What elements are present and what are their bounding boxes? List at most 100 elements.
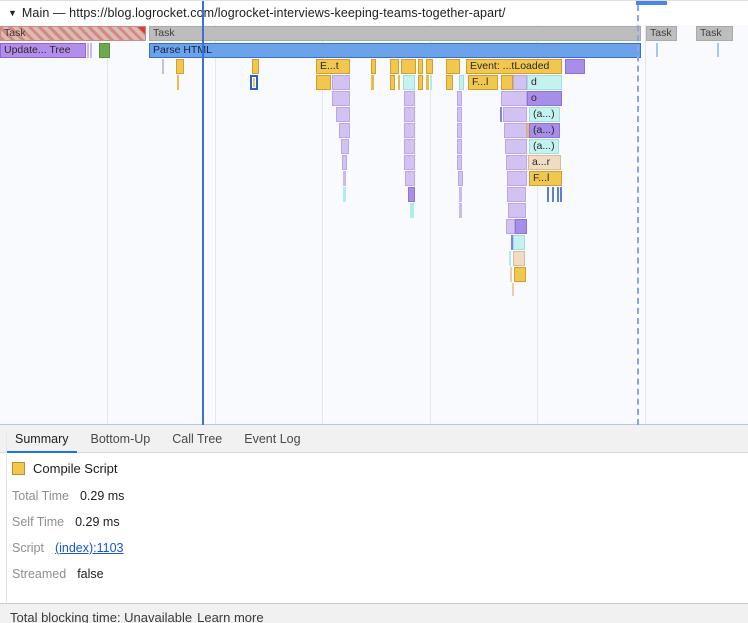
- flame-block[interactable]: [446, 59, 460, 74]
- flame-block[interactable]: [506, 155, 527, 170]
- flame-block[interactable]: [336, 107, 350, 122]
- flame-block-task[interactable]: Task: [149, 26, 641, 41]
- flame-block[interactable]: [404, 91, 415, 106]
- flame-block[interactable]: [342, 155, 347, 170]
- flame-block[interactable]: [177, 75, 179, 90]
- flame-block[interactable]: [408, 187, 415, 202]
- flame-block[interactable]: [457, 155, 462, 170]
- flame-block[interactable]: [506, 219, 515, 234]
- flame-block[interactable]: [656, 43, 658, 57]
- flame-block[interactable]: [418, 59, 423, 74]
- flame-block-parse-html[interactable]: Parse HTML: [149, 43, 641, 58]
- flame-block-a[interactable]: (a...): [529, 107, 560, 122]
- flame-block-task[interactable]: Task: [646, 26, 677, 41]
- flame-block-a[interactable]: (a...): [529, 139, 559, 154]
- flame-block[interactable]: [507, 187, 526, 202]
- flame-block[interactable]: [390, 59, 399, 74]
- flame-block[interactable]: [501, 75, 513, 90]
- flame-block[interactable]: [332, 75, 350, 90]
- flame-block[interactable]: [403, 75, 415, 90]
- flame-block[interactable]: [390, 75, 395, 90]
- flame-block[interactable]: [332, 91, 350, 106]
- flame-block[interactable]: [500, 107, 502, 122]
- script-location-link[interactable]: (index):1103: [55, 541, 124, 555]
- flame-block[interactable]: [547, 187, 549, 202]
- flame-block[interactable]: [459, 75, 464, 90]
- flame-block[interactable]: [513, 251, 525, 266]
- flame-block[interactable]: [401, 59, 416, 74]
- collapse-triangle-icon[interactable]: ▼: [8, 8, 17, 18]
- flame-block[interactable]: [565, 59, 585, 74]
- flame-block[interactable]: [717, 43, 719, 57]
- flame-block[interactable]: [457, 107, 462, 122]
- flame-block[interactable]: [513, 235, 525, 250]
- flame-block[interactable]: [404, 155, 415, 170]
- flame-block[interactable]: [503, 107, 527, 122]
- flame-block[interactable]: [426, 75, 429, 90]
- flame-block[interactable]: [343, 187, 346, 202]
- flame-block-event-tloaded[interactable]: Event: ...tLoaded: [466, 59, 562, 74]
- flame-block[interactable]: [512, 283, 514, 296]
- flame-block[interactable]: [459, 187, 462, 202]
- overview-selection-handle[interactable]: [636, 1, 667, 5]
- flame-block[interactable]: [410, 203, 414, 218]
- flame-block-e-t[interactable]: E...t: [316, 59, 350, 74]
- flame-block[interactable]: [458, 171, 463, 186]
- flame-block[interactable]: [404, 139, 415, 154]
- flame-block[interactable]: [252, 59, 259, 74]
- flame-block-a[interactable]: (a...): [529, 123, 560, 138]
- learn-more-link[interactable]: Learn more: [197, 610, 263, 623]
- tab-bottom-up[interactable]: Bottom-Up: [79, 425, 161, 452]
- flame-block[interactable]: [507, 171, 527, 186]
- flame-block[interactable]: [339, 123, 350, 138]
- flame-block-task[interactable]: Task: [696, 26, 733, 41]
- flame-block[interactable]: [457, 123, 462, 138]
- flame-block[interactable]: [505, 139, 527, 154]
- flame-block-d[interactable]: d: [527, 75, 562, 90]
- flame-block[interactable]: [457, 91, 462, 106]
- flame-block[interactable]: [404, 123, 415, 138]
- flame-chart[interactable]: Task Task Task Task Update... Tree Parse HTML…: [0, 25, 748, 425]
- flame-block[interactable]: [459, 203, 462, 218]
- flame-block[interactable]: [552, 187, 554, 202]
- flame-block-task[interactable]: Task: [0, 26, 146, 41]
- flame-block[interactable]: [99, 43, 110, 58]
- flame-block[interactable]: [404, 107, 415, 122]
- flame-block[interactable]: [557, 187, 559, 202]
- flame-block[interactable]: [560, 187, 562, 202]
- flame-block[interactable]: [87, 43, 89, 58]
- flame-block[interactable]: [504, 123, 527, 138]
- flame-block[interactable]: [426, 59, 433, 74]
- flame-block[interactable]: [162, 59, 164, 74]
- flame-block[interactable]: [341, 139, 349, 154]
- flame-block[interactable]: [371, 75, 374, 90]
- flame-block[interactable]: [405, 171, 415, 186]
- flame-block-update-tree[interactable]: Update... Tree: [0, 43, 86, 58]
- flame-block-a-r[interactable]: a...r: [528, 155, 561, 170]
- flame-block[interactable]: [509, 251, 511, 266]
- flame-block[interactable]: [515, 219, 527, 234]
- flame-block-o[interactable]: o: [527, 91, 562, 106]
- streamed-value: false: [77, 567, 104, 581]
- flame-block[interactable]: [446, 75, 453, 90]
- flame-block-f-l[interactable]: F...l: [468, 75, 498, 90]
- flame-block[interactable]: [371, 59, 376, 74]
- tab-event-log[interactable]: Event Log: [233, 425, 311, 452]
- flame-block[interactable]: [430, 75, 432, 90]
- flame-block[interactable]: [457, 139, 462, 154]
- flame-block[interactable]: [398, 75, 400, 90]
- flame-block[interactable]: [418, 75, 423, 90]
- flame-block[interactable]: [343, 171, 346, 186]
- flame-block[interactable]: [176, 59, 184, 74]
- flame-block[interactable]: [508, 203, 526, 218]
- flame-block[interactable]: [514, 267, 526, 282]
- flame-block-f-l[interactable]: F...l: [529, 171, 562, 186]
- flame-block[interactable]: [510, 267, 512, 282]
- flame-block[interactable]: [501, 91, 527, 106]
- flame-block[interactable]: [316, 75, 331, 90]
- tab-call-tree[interactable]: Call Tree: [161, 425, 233, 452]
- flame-block[interactable]: [513, 75, 527, 90]
- flame-block[interactable]: [250, 75, 258, 90]
- tab-summary[interactable]: Summary: [4, 425, 79, 453]
- flame-block[interactable]: [90, 43, 92, 58]
